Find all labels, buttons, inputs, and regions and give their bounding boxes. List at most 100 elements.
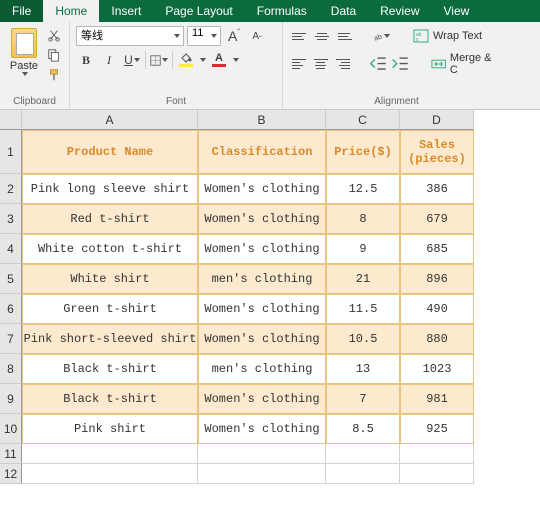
cell[interactable]	[198, 444, 326, 464]
cell[interactable]: 880	[400, 324, 474, 354]
row-header[interactable]: 11	[0, 444, 22, 464]
cut-button[interactable]	[45, 26, 63, 44]
cell[interactable]: men's clothing	[198, 354, 326, 384]
cell[interactable]: 685	[400, 234, 474, 264]
cell[interactable]: 7	[326, 384, 400, 414]
row-header[interactable]: 4	[0, 234, 22, 264]
cell[interactable]: 490	[400, 294, 474, 324]
cell[interactable]: 925	[400, 414, 474, 444]
align-left-button[interactable]	[289, 54, 308, 74]
cell[interactable]: 21	[326, 264, 400, 294]
align-right-button[interactable]	[333, 54, 352, 74]
wrap-text-button[interactable]: abcWrap Text	[409, 26, 486, 46]
tab-review[interactable]: Review	[368, 0, 431, 22]
cell[interactable]: White cotton t-shirt	[22, 234, 198, 264]
cell[interactable]: 981	[400, 384, 474, 414]
cell[interactable]: 679	[400, 204, 474, 234]
tab-page-layout[interactable]: Page Layout	[153, 0, 244, 22]
cell[interactable]: 1023	[400, 354, 474, 384]
cell[interactable]: 11.5	[326, 294, 400, 324]
col-header-d[interactable]: D	[400, 110, 474, 130]
cell[interactable]: Women's clothing	[198, 414, 326, 444]
cell[interactable]	[22, 444, 198, 464]
cell[interactable]: Women's clothing	[198, 294, 326, 324]
cell[interactable]: Price($)	[326, 130, 400, 174]
row-header[interactable]: 8	[0, 354, 22, 384]
cell[interactable]: Green t-shirt	[22, 294, 198, 324]
select-all-corner[interactable]	[0, 110, 22, 130]
cell[interactable]: Black t-shirt	[22, 384, 198, 414]
cell[interactable]: Women's clothing	[198, 384, 326, 414]
cell[interactable]: 10.5	[326, 324, 400, 354]
chevron-down-icon[interactable]	[233, 58, 239, 62]
cell[interactable]: Red t-shirt	[22, 204, 198, 234]
tab-home[interactable]: Home	[43, 0, 99, 22]
cell[interactable]: Women's clothing	[198, 324, 326, 354]
tab-file[interactable]: File	[0, 0, 43, 22]
row-header[interactable]: 6	[0, 294, 22, 324]
row-header[interactable]: 9	[0, 384, 22, 414]
cell[interactable]: 12.5	[326, 174, 400, 204]
cell[interactable]: Pink short-sleeved shirt	[22, 324, 198, 354]
align-bottom-button[interactable]	[335, 26, 355, 46]
cell[interactable]: Women's clothing	[198, 234, 326, 264]
cell[interactable]	[326, 444, 400, 464]
cell[interactable]: 9	[326, 234, 400, 264]
cell[interactable]: Sales (pieces)	[400, 130, 474, 174]
cell[interactable]: 386	[400, 174, 474, 204]
align-middle-button[interactable]	[312, 26, 332, 46]
font-color-button[interactable]: A	[209, 50, 229, 70]
col-header-a[interactable]: A	[22, 110, 198, 130]
underline-button[interactable]: U	[122, 50, 142, 70]
cell[interactable]	[400, 444, 474, 464]
cell[interactable]: 8	[326, 204, 400, 234]
row-header[interactable]: 1	[0, 130, 22, 174]
increase-font-button[interactable]: Aˆ	[224, 26, 244, 46]
cell[interactable]: 8.5	[326, 414, 400, 444]
cell[interactable]	[400, 464, 474, 484]
cell[interactable]: Product Name	[22, 130, 198, 174]
cell[interactable]	[22, 464, 198, 484]
cell[interactable]	[326, 464, 400, 484]
chevron-down-icon[interactable]	[200, 58, 206, 62]
merge-center-button[interactable]: Merge & C	[427, 50, 504, 78]
row-header[interactable]: 5	[0, 264, 22, 294]
cell[interactable]	[198, 464, 326, 484]
row-header[interactable]: 12	[0, 464, 22, 484]
cell[interactable]: Pink shirt	[22, 414, 198, 444]
cell[interactable]: 896	[400, 264, 474, 294]
tab-view[interactable]: View	[432, 0, 482, 22]
cell[interactable]: Women's clothing	[198, 174, 326, 204]
cell[interactable]: Black t-shirt	[22, 354, 198, 384]
italic-button[interactable]: I	[99, 50, 119, 70]
tab-insert[interactable]: Insert	[99, 0, 153, 22]
row-header[interactable]: 3	[0, 204, 22, 234]
tab-data[interactable]: Data	[319, 0, 368, 22]
cell[interactable]: Women's clothing	[198, 204, 326, 234]
row-header[interactable]: 10	[0, 414, 22, 444]
paste-button[interactable]: Paste	[6, 26, 42, 78]
decrease-font-button[interactable]: Aˇ	[247, 26, 267, 46]
borders-button[interactable]	[149, 50, 169, 70]
cell[interactable]: 13	[326, 354, 400, 384]
cell[interactable]: Classification	[198, 130, 326, 174]
increase-indent-button[interactable]	[390, 54, 409, 74]
col-header-c[interactable]: C	[326, 110, 400, 130]
align-center-button[interactable]	[311, 54, 330, 74]
col-header-b[interactable]: B	[198, 110, 326, 130]
row-header[interactable]: 2	[0, 174, 22, 204]
align-top-button[interactable]	[289, 26, 309, 46]
font-name-select[interactable]: 等线	[76, 26, 184, 46]
copy-button[interactable]	[45, 46, 63, 64]
cell[interactable]: White shirt	[22, 264, 198, 294]
orientation-button[interactable]: ab	[371, 26, 391, 46]
fill-color-button[interactable]	[176, 50, 196, 70]
font-size-select[interactable]: 11	[187, 26, 221, 46]
decrease-indent-button[interactable]	[368, 54, 387, 74]
cell[interactable]: men's clothing	[198, 264, 326, 294]
cell[interactable]: Pink long sleeve shirt	[22, 174, 198, 204]
bold-button[interactable]: B	[76, 50, 96, 70]
tab-formulas[interactable]: Formulas	[245, 0, 319, 22]
format-painter-button[interactable]	[45, 66, 63, 84]
row-header[interactable]: 7	[0, 324, 22, 354]
